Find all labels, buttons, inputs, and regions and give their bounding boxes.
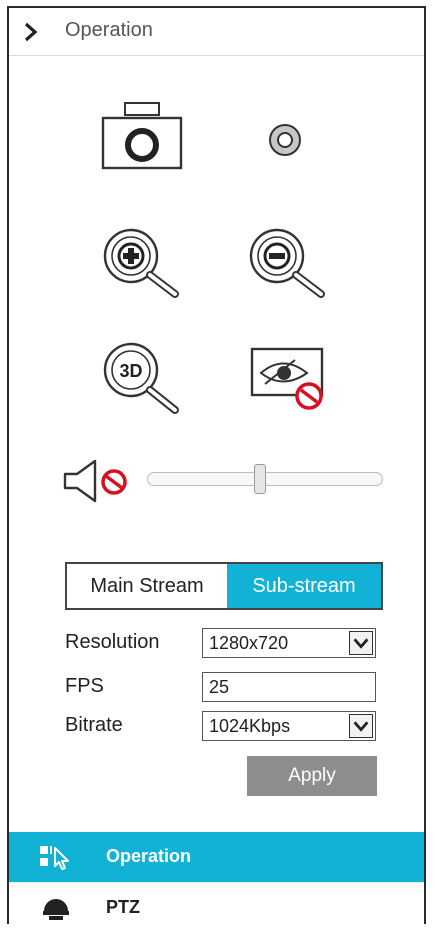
- speaker-muted-icon[interactable]: [59, 458, 139, 504]
- bitrate-select[interactable]: 1024Kbps: [202, 711, 376, 741]
- chevron-down-icon[interactable]: [349, 631, 373, 655]
- nav-item-operation[interactable]: Operation: [9, 832, 424, 882]
- resolution-value: 1280x720: [209, 633, 289, 653]
- resolution-label: Resolution: [65, 631, 160, 653]
- fps-label: FPS: [65, 675, 104, 697]
- zoom-3d-icon[interactable]: 3D: [99, 338, 189, 418]
- apply-button[interactable]: Apply: [247, 756, 377, 796]
- panel-title: Operation: [65, 19, 153, 41]
- fps-input[interactable]: 25: [202, 672, 376, 702]
- chevron-right-icon[interactable]: [23, 22, 39, 42]
- bitrate-label: Bitrate: [65, 714, 123, 736]
- bitrate-value: 1024Kbps: [209, 716, 291, 736]
- chevron-down-icon[interactable]: [349, 714, 373, 738]
- tab-sub-stream[interactable]: Sub-stream: [227, 564, 381, 608]
- panel-header[interactable]: Operation: [9, 8, 424, 56]
- fps-value: 25: [209, 677, 230, 697]
- record-icon[interactable]: [267, 122, 303, 158]
- dome-camera-icon: [43, 899, 69, 920]
- stream-tabs: Main Stream Sub-stream: [65, 562, 383, 610]
- camera-icon[interactable]: [99, 100, 185, 172]
- nav-label-ptz: PTZ: [106, 897, 140, 917]
- nav-label-operation: Operation: [106, 846, 192, 866]
- operation-panel: Operation 3D Main Stream Sub-stream Reso…: [7, 6, 426, 933]
- svg-text:3D: 3D: [119, 361, 142, 381]
- tab-main-stream[interactable]: Main Stream: [67, 564, 227, 608]
- zoom-in-icon[interactable]: [99, 226, 189, 302]
- nav-item-ptz[interactable]: PTZ: [9, 882, 424, 933]
- zoom-out-icon[interactable]: [245, 226, 335, 302]
- volume-slider-thumb[interactable]: [254, 464, 267, 494]
- resolution-select[interactable]: 1280x720: [202, 628, 376, 658]
- cursor-select-icon: [40, 846, 69, 870]
- eye-disabled-icon[interactable]: [249, 346, 329, 412]
